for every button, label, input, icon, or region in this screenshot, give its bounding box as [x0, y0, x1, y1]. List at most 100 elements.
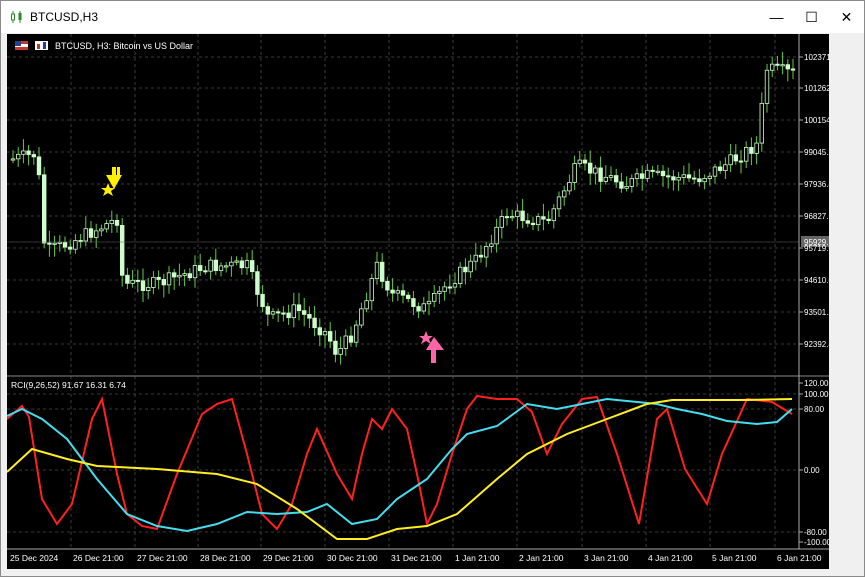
- time-tick-label: 25 Dec 2024: [10, 553, 58, 563]
- candle: [770, 56, 775, 78]
- candle: [213, 248, 218, 276]
- candle: [301, 297, 307, 327]
- candle: [416, 302, 421, 319]
- candle: [260, 285, 265, 313]
- candle: [738, 149, 744, 174]
- candle: [395, 286, 400, 301]
- candle: [379, 253, 385, 289]
- candle: [562, 185, 567, 206]
- flag-icon: [15, 41, 28, 50]
- candle: [400, 283, 406, 304]
- candle: [31, 150, 36, 165]
- title-bar[interactable]: BTCUSD,H3 — ☐ ✕: [1, 1, 864, 33]
- candle: [577, 150, 582, 168]
- candle: [614, 168, 619, 188]
- candle: [702, 174, 707, 190]
- candle: [509, 209, 515, 222]
- maximize-button[interactable]: ☐: [794, 1, 829, 33]
- candle: [499, 209, 504, 239]
- candle: [73, 234, 78, 254]
- candle: [551, 204, 556, 229]
- candle: [182, 269, 187, 287]
- indicator-tick-label: 80.00: [804, 405, 825, 414]
- indicator-tick-label: 120.00: [804, 379, 829, 388]
- candle: [619, 172, 624, 193]
- indicator-tick-label: -80.00: [804, 528, 827, 537]
- candle: [114, 214, 120, 233]
- candle: [728, 143, 733, 173]
- candle: [744, 141, 749, 169]
- candle: [447, 274, 452, 294]
- candle: [655, 164, 660, 176]
- candle: [541, 203, 546, 231]
- candle: [166, 266, 172, 294]
- candle: [281, 306, 286, 322]
- time-tick-label: 6 Jan 21:00: [777, 553, 822, 563]
- candle: [483, 242, 489, 268]
- candle: [208, 256, 213, 280]
- candle: [525, 213, 530, 228]
- candle: [317, 318, 322, 347]
- trade-icon: [35, 41, 48, 50]
- candle: [785, 59, 790, 82]
- candle: [223, 262, 229, 273]
- candle: [140, 268, 146, 303]
- candle: [333, 330, 338, 363]
- candle: [135, 269, 140, 293]
- candle: [556, 191, 562, 218]
- candle: [275, 308, 281, 322]
- window-title: BTCUSD,H3: [30, 10, 99, 24]
- candle: [749, 137, 754, 166]
- minimize-button[interactable]: —: [759, 1, 794, 33]
- candle: [504, 208, 510, 226]
- candle: [405, 291, 411, 303]
- candle: [203, 266, 208, 275]
- time-tick-label: 31 Dec 21:00: [391, 553, 442, 563]
- candle: [759, 92, 764, 152]
- candle: [411, 291, 416, 316]
- time-tick-label: 2 Jan 21:00: [519, 553, 564, 563]
- candle: [359, 302, 364, 329]
- close-button[interactable]: ✕: [829, 1, 864, 33]
- candle: [546, 210, 551, 225]
- indicator-tick-label: 100.00: [804, 390, 829, 399]
- rci-short-line: [6, 394, 793, 531]
- candle: [99, 224, 104, 237]
- candle: [676, 171, 681, 191]
- candle: [151, 271, 156, 295]
- candle: [62, 236, 68, 252]
- time-tick-label: 30 Dec 21:00: [327, 553, 378, 563]
- candle: [489, 234, 494, 253]
- candle: [338, 336, 343, 365]
- candle: [390, 278, 395, 302]
- candle: [312, 306, 317, 337]
- candle: [686, 163, 692, 183]
- candle: [197, 253, 203, 276]
- candle: [145, 278, 151, 300]
- candle: [593, 164, 598, 185]
- candle: [21, 139, 26, 164]
- candle: [369, 273, 374, 311]
- candle: [692, 170, 697, 185]
- candle: [457, 262, 463, 288]
- chart-canvas[interactable]: BTCUSD, H3: Bitcoin vs US Dollar 95929. …: [6, 34, 843, 569]
- candle: [790, 58, 796, 80]
- indicator-label: RCI(9,26,52) 91.67 16.31 6.74: [11, 380, 126, 390]
- candle: [15, 146, 21, 167]
- price-tick-label: 102371.62: [804, 53, 829, 62]
- candle: [255, 265, 260, 307]
- time-tick-label: 26 Dec 21:00: [73, 553, 124, 563]
- candle: [671, 170, 676, 191]
- candle: [353, 320, 359, 348]
- candle: [130, 269, 135, 288]
- candle: [775, 55, 780, 71]
- price-tick-label: 101262.82: [804, 84, 829, 93]
- candle: [161, 273, 166, 298]
- chart-window: BTCUSD,H3 — ☐ ✕ BTCUSD, H3: Bitcoin vs U…: [0, 0, 865, 577]
- candle: [666, 167, 671, 189]
- time-tick-label: 28 Dec 21:00: [200, 553, 251, 563]
- candle: [52, 235, 57, 257]
- symbol-header: BTCUSD, H3: Bitcoin vs US Dollar: [15, 41, 193, 51]
- chart-svg[interactable]: BTCUSD, H3: Bitcoin vs US Dollar 95929. …: [6, 34, 843, 569]
- candle: [629, 174, 634, 193]
